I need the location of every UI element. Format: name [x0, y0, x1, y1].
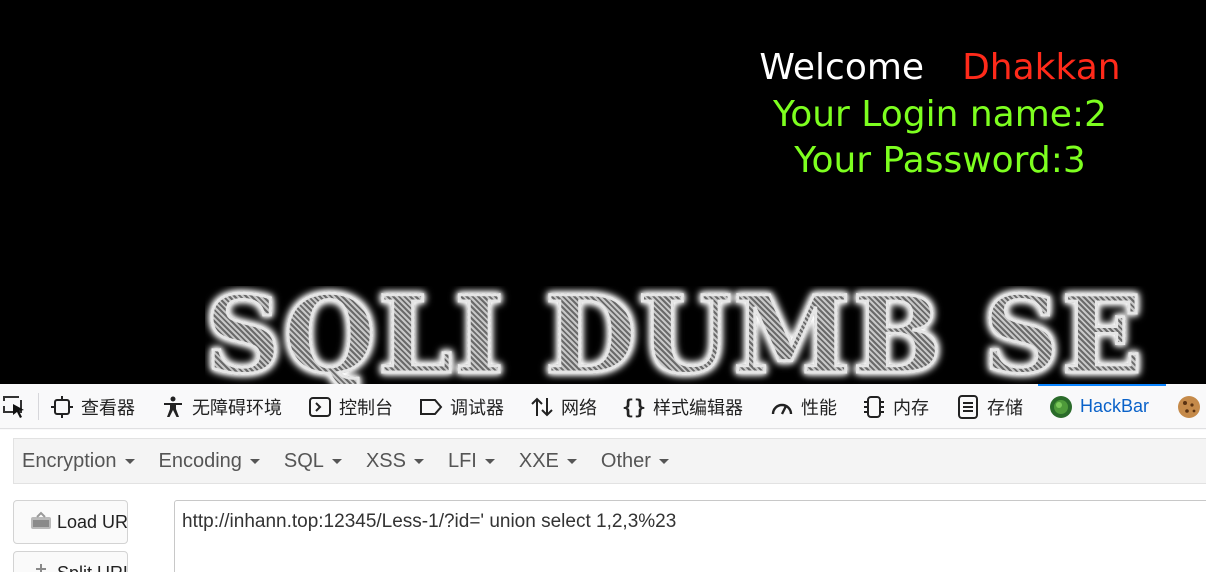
tab-label: 调试器 — [450, 397, 504, 418]
hackbar-menubar: Encryption Encoding SQL XSS LFI XXE Othe… — [13, 438, 1206, 484]
memory-icon — [862, 395, 886, 419]
tab-label: HackBar — [1080, 396, 1150, 416]
menu-label: SQL — [283, 449, 324, 472]
console-icon — [308, 395, 332, 419]
menu-other[interactable]: Other — [601, 450, 669, 473]
caret-down-icon — [413, 458, 424, 464]
tab-accessibility[interactable]: 无障碍环境 — [161, 384, 282, 429]
load-url-label: Load URL — [57, 511, 128, 532]
menu-label: Encryption — [22, 449, 117, 472]
tab-label: 内存 — [893, 397, 929, 418]
menu-xss[interactable]: XSS — [366, 450, 424, 473]
menu-label: XSS — [365, 449, 406, 472]
password-line: Your Password:3 — [794, 140, 1086, 181]
devtools-tabbar: 查看器 无障碍环境 控制台 调试器 网络 {} 样式编辑器 性能 内存 存储 H… — [0, 384, 1206, 429]
tab-style-editor[interactable]: {} 样式编辑器 — [622, 384, 743, 429]
url-text: http://inhann.top:12345/Less-1/?id=' uni… — [182, 511, 677, 532]
network-icon — [530, 395, 554, 419]
load-url-icon — [29, 511, 53, 533]
menu-encoding[interactable]: Encoding — [159, 450, 260, 473]
tab-label: 样式编辑器 — [653, 397, 743, 418]
welcome-block: Welcome Dhakkan Your Login name:2 Your Pa… — [740, 44, 1140, 184]
login-name-line: Your Login name:2 — [773, 94, 1107, 135]
accessibility-icon — [161, 395, 185, 419]
caret-down-icon — [331, 458, 342, 464]
tab-storage[interactable]: 存储 — [956, 384, 1023, 429]
tab-console[interactable]: 控制台 — [308, 384, 393, 429]
menu-sql[interactable]: SQL — [284, 450, 342, 473]
welcome-line: Welcome Dhakkan — [740, 44, 1140, 92]
menu-lfi[interactable]: LFI — [448, 450, 495, 473]
menu-label: Encoding — [158, 449, 242, 472]
devtools-panel: 查看器 无障碍环境 控制台 调试器 网络 {} 样式编辑器 性能 内存 存储 H… — [0, 384, 1206, 572]
sqli-dumb-series-banner: SQLI DUMB SE — [205, 286, 1206, 384]
tab-hackbar[interactable]: HackBar — [1038, 384, 1166, 429]
split-url-button[interactable]: Split URL — [13, 551, 128, 572]
tab-label: 无障碍环境 — [192, 397, 282, 418]
menu-label: XXE — [518, 449, 559, 472]
caret-down-icon — [124, 458, 135, 464]
caret-down-icon — [249, 458, 260, 464]
tab-debugger[interactable]: 调试器 — [419, 384, 504, 429]
element-picker-icon[interactable] — [2, 394, 28, 420]
split-url-icon — [29, 562, 53, 572]
debugger-icon — [419, 395, 443, 419]
tab-label: 网络 — [561, 397, 597, 418]
menu-label: LFI — [447, 449, 477, 472]
performance-icon — [770, 395, 794, 419]
tab-memory[interactable]: 内存 — [862, 384, 929, 429]
sqli-page: Welcome Dhakkan Your Login name:2 Your Pa… — [0, 0, 1206, 384]
url-input[interactable]: http://inhann.top:12345/Less-1/?id=' uni… — [174, 500, 1206, 572]
caret-down-icon — [658, 458, 669, 464]
tab-cookie[interactable] — [1177, 384, 1206, 429]
menu-xxe[interactable]: XXE — [519, 450, 577, 473]
welcome-text: Welcome — [759, 47, 925, 88]
tab-label: 存储 — [987, 397, 1023, 418]
banner-text: SQLI DUMB SE — [205, 286, 1206, 384]
split-url-label: Split URL — [57, 563, 127, 572]
storage-icon — [956, 394, 980, 419]
caret-down-icon — [484, 458, 495, 464]
tab-label: 性能 — [801, 397, 837, 418]
hackbar-icon — [1049, 395, 1073, 419]
caret-down-icon — [566, 458, 577, 464]
tab-label: 控制台 — [339, 397, 393, 418]
tab-network[interactable]: 网络 — [530, 384, 597, 429]
load-url-button[interactable]: Load URL — [13, 500, 128, 544]
username-text: Dhakkan — [962, 47, 1121, 88]
tab-inspector[interactable]: 查看器 — [50, 384, 135, 429]
inspector-icon — [50, 395, 74, 419]
menu-encryption[interactable]: Encryption — [22, 450, 135, 473]
hackbar-panel: Encryption Encoding SQL XSS LFI XXE Othe… — [0, 430, 1206, 572]
toolbar-separator — [38, 393, 39, 420]
tab-label: 查看器 — [81, 397, 135, 418]
cookie-icon — [1177, 395, 1201, 419]
menu-label: Other — [600, 449, 651, 472]
tab-performance[interactable]: 性能 — [770, 384, 837, 429]
style-editor-icon: {} — [621, 394, 647, 419]
